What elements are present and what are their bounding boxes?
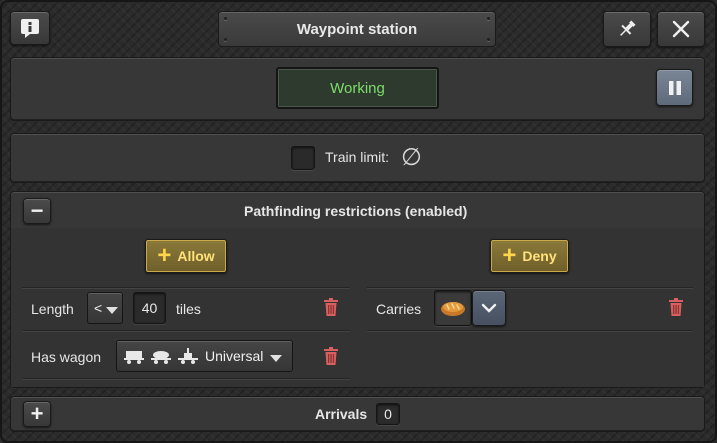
expand-arrivals-button[interactable]: + xyxy=(23,401,51,427)
wagon-type-value: Universal xyxy=(205,348,264,364)
minus-icon: − xyxy=(30,198,44,223)
divider xyxy=(22,331,350,332)
delete-length-rule-trash-icon[interactable] xyxy=(324,298,338,316)
allow-button[interactable]: + Allow xyxy=(145,239,227,273)
chevron-down-icon xyxy=(270,354,283,362)
divider xyxy=(22,379,350,380)
length-value-input[interactable]: 40 xyxy=(133,292,166,324)
window-title[interactable]: Waypoint station xyxy=(218,11,496,47)
rivet xyxy=(487,17,490,20)
status-text: Working xyxy=(330,79,385,97)
info-icon xyxy=(21,19,39,38)
plus-icon: + xyxy=(157,242,172,269)
rule-has-wagon-label: Has wagon xyxy=(31,349,102,365)
plus-icon: + xyxy=(30,401,44,426)
length-operator-dropdown[interactable]: < xyxy=(87,292,123,324)
delete-wagon-rule-trash-icon[interactable] xyxy=(324,347,338,365)
rivet xyxy=(487,38,490,41)
carries-item-slot[interactable] xyxy=(434,290,472,326)
plus-icon: + xyxy=(502,242,517,269)
deny-label: Deny xyxy=(522,248,557,264)
rivet xyxy=(224,38,227,41)
close-button[interactable] xyxy=(657,11,705,47)
length-unit-label: tiles xyxy=(176,301,201,317)
wagon-type-dropdown[interactable]: Universal xyxy=(116,340,293,372)
artillery-wagon-icon xyxy=(178,348,198,364)
divider xyxy=(22,288,350,289)
pin-icon xyxy=(620,20,636,36)
length-value: 40 xyxy=(141,300,158,316)
arrivals-count: 0 xyxy=(384,406,392,422)
close-icon xyxy=(672,20,690,38)
fluid-wagon-icon xyxy=(151,351,171,364)
rivet xyxy=(224,17,227,20)
pause-icon xyxy=(668,80,681,95)
pin-button[interactable] xyxy=(603,11,651,47)
arrivals-label: Arrivals xyxy=(315,406,368,422)
info-button[interactable] xyxy=(10,11,50,45)
chevron-down-icon xyxy=(481,303,497,313)
chevron-down-icon xyxy=(106,306,119,314)
pathfinding-title: Pathfinding restrictions (enabled) xyxy=(244,203,468,219)
pause-button[interactable] xyxy=(656,69,693,106)
status-indicator: Working xyxy=(276,67,439,109)
rule-length-label: Length xyxy=(31,301,74,317)
carries-dropdown-button[interactable] xyxy=(472,290,506,326)
cargo-wagon-icon xyxy=(124,351,144,364)
divider xyxy=(367,331,693,332)
train-limit-label: Train limit: xyxy=(325,149,390,165)
train-limit-value[interactable]: ∅ xyxy=(401,143,422,172)
divider xyxy=(367,288,693,289)
train-limit-checkbox[interactable] xyxy=(291,146,315,170)
length-operator-value: < xyxy=(94,300,103,316)
rule-carries-label: Carries xyxy=(376,301,422,317)
arrivals-count-badge: 0 xyxy=(376,403,400,425)
deny-button[interactable]: + Deny xyxy=(490,239,569,273)
bread-icon xyxy=(441,302,465,316)
delete-carries-rule-trash-icon[interactable] xyxy=(669,298,683,316)
collapse-pathfinding-button[interactable]: − xyxy=(23,198,51,224)
allow-label: Allow xyxy=(177,248,215,264)
window-title-text: Waypoint station xyxy=(296,20,418,38)
